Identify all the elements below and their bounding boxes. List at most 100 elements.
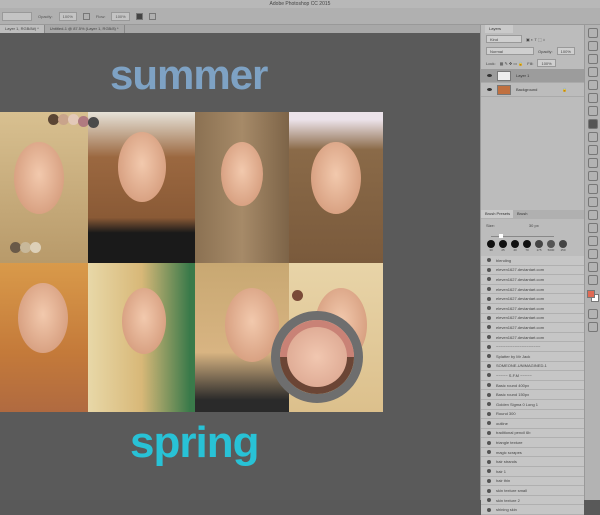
marquee-tool-icon[interactable] [587,41,598,51]
healing-tool-icon[interactable] [587,106,598,116]
fill-field[interactable]: 100% [537,59,556,67]
hand-tool-icon[interactable] [587,262,598,272]
tab-brush[interactable]: Brush [513,210,533,218]
path-select-tool-icon[interactable] [587,236,598,246]
layer-row-background[interactable]: Background 🔒 [481,83,584,97]
brush-tip[interactable]: 30 [487,240,495,252]
quick-mask-icon[interactable] [587,309,598,319]
brush-tip[interactable]: 40 [511,240,519,252]
brush-preset-item[interactable]: hair strands [481,457,584,468]
shape-tool-icon[interactable] [587,249,598,259]
brush-preset-item[interactable]: triangle texture [481,438,584,448]
zoom-tool-icon[interactable] [587,275,598,285]
right-panels: Layers Kind ▣ ◐ T ⬚ ⌂ Normal Opacity: 100% … [480,25,584,515]
pen-tool-icon[interactable] [587,210,598,220]
filter-icons[interactable]: ▣ ◐ T ⬚ ⌂ [526,37,545,42]
visibility-eye-icon[interactable] [487,88,492,91]
history-brush-icon[interactable] [587,145,598,155]
eyedropper-tool-icon[interactable] [587,93,598,103]
screen-mode-icon[interactable] [587,322,598,332]
lock-icons[interactable]: ▦ ✎ ✥ ▭ 🔒 [500,61,524,66]
canvas-area[interactable]: summer spring [0,33,480,500]
layer-thumbnail [497,70,511,81]
brush-preset-name: outline [496,420,508,426]
color-swatches[interactable] [585,288,600,306]
brush-preset-name: skin texture 2 [496,497,520,503]
brush-preset-item[interactable]: ~~~~~~~~~~~~~~~~~~~ [481,342,584,352]
brush-icon [487,344,491,349]
brush-preset-item[interactable]: traditional pencil 6b [481,429,584,439]
brush-preset-item[interactable]: eleven1627.deviantart.com [481,314,584,324]
photo-spring-1 [0,263,88,412]
brush-preset-item[interactable]: eleven1627.deviantart.com [481,285,584,295]
quick-select-tool-icon[interactable] [587,67,598,77]
move-tool-icon[interactable] [587,28,598,38]
tab-document-2[interactable]: Untitled-1 @ 87.5% (Layer 1, RGB/8) * [45,25,125,33]
brush-icon [487,287,491,292]
brush-tip[interactable]: 70 [523,240,531,252]
eraser-tool-icon[interactable] [587,158,598,168]
size-slider[interactable] [491,231,554,238]
brush-preset-name: hair thin [496,478,511,484]
brush-preset-name: Basic round 400px [496,382,530,388]
brush-preset-item[interactable]: shining skin [481,505,584,515]
brush-preset-item[interactable]: ~~~~~ S.F.M ~~~~~ [481,371,584,381]
stamp-tool-icon[interactable] [587,132,598,142]
type-tool-icon[interactable] [587,223,598,233]
layers-tab[interactable]: Layers [485,25,513,33]
brush-preset-item[interactable]: eleven1627.deviantart.com [481,333,584,343]
foreground-color[interactable] [587,290,595,298]
brush-preset-item[interactable]: skin texture small [481,486,584,496]
layer-row-layer-1[interactable]: Layer 1 [481,69,584,83]
brush-preset-name: hair 1 [496,468,507,474]
gradient-tool-icon[interactable] [587,171,598,181]
brush-tool-icon[interactable] [587,119,598,129]
brush-preset-item[interactable]: Golden Sigma 0 Long 1 [481,400,584,410]
brush-tip[interactable]: 5000 [547,240,555,252]
lasso-tool-icon[interactable] [587,54,598,64]
tab-document-1[interactable]: Layer 1, RGB/8#) * [0,25,45,33]
brush-tip[interactable]: 150 [559,240,567,252]
size-value[interactable]: 30 px [529,223,539,228]
photo-summer-2 [88,112,195,263]
brush-preset-list[interactable]: blending eleven1627.deviantart.com eleven1… [481,256,584,515]
flow-field[interactable]: 100% [111,11,130,21]
brush-preset-item[interactable]: Basic round 150px [481,390,584,400]
brush-tip[interactable]: 175 [535,240,543,252]
brush-preset-item[interactable]: hair thin [481,477,584,487]
opacity-field[interactable]: 100% [58,11,77,21]
dodge-tool-icon[interactable] [587,197,598,207]
brush-preset-item[interactable]: skin texture 2 [481,496,584,506]
airbrush-icon[interactable] [135,12,143,20]
brush-preset-item[interactable]: Basic round 400px [481,381,584,391]
tab-brush-presets[interactable]: Brush Presets [481,210,513,218]
crop-tool-icon[interactable] [587,80,598,90]
brush-tip[interactable]: 25 [499,240,507,252]
brush-icon [487,354,491,359]
pressure-size-icon[interactable] [148,12,156,20]
color-swatch [88,117,99,128]
brush-preset-item[interactable]: eleven1627.deviantart.com [481,266,584,276]
blur-tool-icon[interactable] [587,184,598,194]
blend-mode-select[interactable]: Normal [486,47,534,55]
brush-preset-item[interactable]: outline [481,419,584,429]
brush-preset-item[interactable]: Splatter by Mr Jack [481,352,584,362]
layer-kind-filter[interactable]: Kind [486,35,522,43]
brush-preset-item[interactable]: eleven1627.deviantart.com [481,294,584,304]
brush-preset-item[interactable]: magic scrapes [481,448,584,458]
brush-preset-picker[interactable] [2,11,32,21]
brush-icon [487,392,491,397]
brush-preset-item[interactable]: blending [481,256,584,266]
photo-summer-4 [289,112,383,263]
brush-preset-item[interactable]: SOMEONE-UNIMAGINED-1 [481,362,584,372]
brush-preset-item[interactable]: Round 300 [481,410,584,420]
brush-preset-item[interactable]: eleven1627.deviantart.com [481,323,584,333]
brush-preset-item[interactable]: eleven1627.deviantart.com [481,304,584,314]
brush-icon [487,478,491,483]
visibility-eye-icon[interactable] [487,74,492,77]
layer-opacity-field[interactable]: 100% [556,47,575,55]
brush-preset-name: Splatter by Mr Jack [496,353,531,359]
pressure-opacity-icon[interactable] [82,12,90,20]
brush-preset-item[interactable]: hair 1 [481,467,584,477]
brush-preset-item[interactable]: eleven1627.deviantart.com [481,275,584,285]
